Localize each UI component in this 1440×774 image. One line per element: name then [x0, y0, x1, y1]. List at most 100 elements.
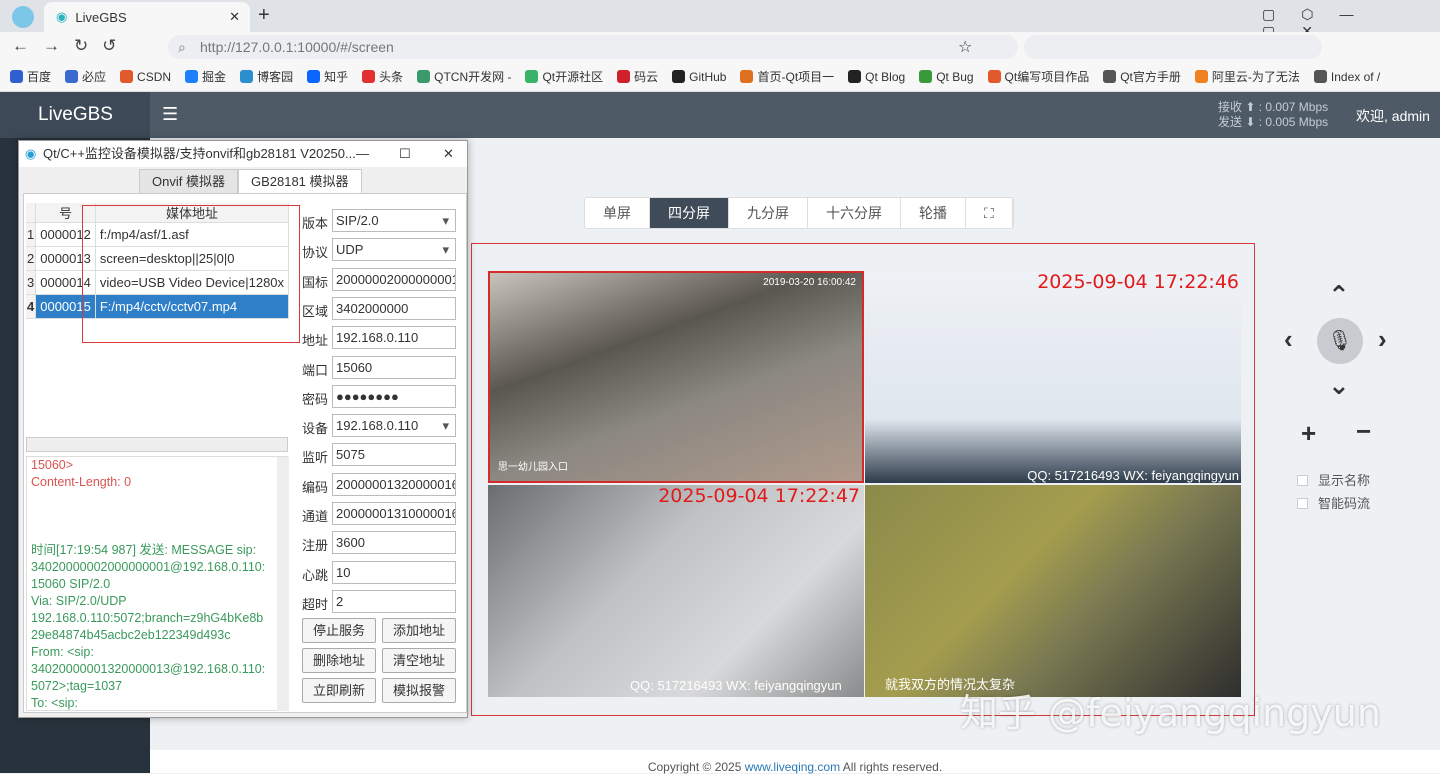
field-label: 通道: [302, 509, 329, 524]
close-tab-icon[interactable]: ✕: [229, 9, 240, 25]
horizontal-scrollbar[interactable]: [26, 437, 288, 452]
layout-tab[interactable]: 十六分屏: [808, 198, 901, 228]
field-label: 监听: [302, 450, 329, 466]
footer-link[interactable]: www.liveqing.com: [745, 760, 840, 774]
field-label: 地址: [302, 333, 329, 349]
bookmarks-bar: 百度 必应 CSDN 掘金 博客园 知乎 头条 QTCN开发网 - Qt开源社区 码云 GitHub…: [0, 62, 1440, 92]
bookmark-icon: [987, 70, 1001, 83]
footer: Copyright © 2025 www.liveqing.com All ri…: [150, 750, 1440, 774]
ptz-down-icon[interactable]: ⌄: [1328, 370, 1350, 401]
action-button[interactable]: 添加地址: [382, 618, 456, 643]
field-label: 区域: [302, 303, 329, 319]
bookmark-item[interactable]: QTCN开发网 -: [417, 68, 511, 85]
log-scrollbar[interactable]: [277, 457, 289, 711]
browser-profile-icon[interactable]: [12, 6, 34, 28]
bookmark-item[interactable]: 码云: [617, 68, 658, 85]
action-button[interactable]: 清空地址: [382, 648, 456, 673]
menu-icon[interactable]: ☰: [162, 104, 178, 125]
fullscreen-icon[interactable]: ⛶: [966, 198, 1013, 228]
new-tab-icon[interactable]: +: [258, 4, 270, 27]
minimize-icon[interactable]: —: [356, 141, 369, 167]
field-input[interactable]: 3402000000: [332, 296, 456, 320]
log-line: Content-Length: 0: [31, 475, 132, 489]
bookmark-item[interactable]: Qt Blog: [848, 69, 905, 84]
bookmark-icon: [525, 70, 539, 83]
field-input[interactable]: ●●●●●●●●: [332, 384, 456, 408]
bookmark-icon: [919, 69, 933, 83]
layout-tab[interactable]: 单屏: [585, 198, 650, 228]
show-name-checkbox[interactable]: 显示名称: [1297, 470, 1370, 489]
field-input[interactable]: 20000002000000001: [332, 267, 456, 291]
tab-gb28181[interactable]: GB28181 模拟器: [237, 169, 362, 193]
field-input[interactable]: 10: [332, 560, 456, 584]
video-tile-3[interactable]: 2025-09-04 17:22:47: [488, 485, 864, 697]
field-input[interactable]: 5075: [332, 443, 456, 467]
bookmark-item[interactable]: 掘金: [185, 68, 226, 85]
bookmark-item[interactable]: 首页-Qt项目一: [740, 68, 834, 85]
bookmark-item[interactable]: Qt开源社区: [525, 68, 603, 85]
field-label: 设备: [302, 421, 329, 437]
bookmark-item[interactable]: 百度: [10, 68, 51, 85]
field-input[interactable]: 15060: [332, 355, 456, 379]
field-label: 国标: [302, 274, 329, 290]
nav-buttons-icon[interactable]: ←→↻↺: [12, 36, 131, 56]
action-button[interactable]: 停止服务: [302, 618, 376, 643]
url-text: http://127.0.0.1:10000/#/screen: [200, 39, 394, 55]
video-tile-2[interactable]: 2025-09-04 17:22:46 QQ: 517216493 WX: fe…: [865, 271, 1241, 483]
layout-tab[interactable]: 四分屏: [650, 198, 729, 228]
field-input[interactable]: 3600: [332, 531, 456, 555]
field-label: 注册: [302, 538, 329, 554]
field-input[interactable]: 2: [332, 589, 456, 613]
star-icon[interactable]: ☆: [958, 37, 972, 57]
tile-qq: QQ: 517216493 WX: feiyangqingyun: [630, 678, 842, 693]
bookmark-icon: [740, 70, 754, 83]
field-input[interactable]: 192.168.0.110 ▾: [332, 414, 456, 438]
field-input[interactable]: 20000001310000016: [332, 502, 456, 525]
qt-simulator-window: ◉ Qt/C++监控设备模拟器/支持onvif和gb28181 V20250...…: [18, 140, 468, 718]
tab-onvif[interactable]: Onvif 模拟器: [139, 169, 238, 193]
bookmark-item[interactable]: Index of /: [1313, 69, 1380, 84]
bookmark-icon: [240, 70, 254, 83]
browser-tab[interactable]: ◉ LiveGBS ✕: [44, 2, 250, 32]
video-tile-1[interactable]: 2019-03-20 16:00:42 思一幼儿园入口: [488, 271, 864, 483]
bookmark-item[interactable]: 必应: [65, 68, 106, 85]
action-button[interactable]: 立即刷新: [302, 678, 376, 703]
bitrate-display: 接收 ⬆ : 0.007 Mbps 发送 ⬇ : 0.005 Mbps: [1218, 100, 1329, 129]
action-button[interactable]: 删除地址: [302, 648, 376, 673]
bookmark-item[interactable]: 阿里云-为了无法: [1194, 68, 1300, 85]
bookmark-icon: [1194, 70, 1208, 83]
field-input[interactable]: UDP ▾: [332, 238, 456, 262]
bookmark-item[interactable]: Qt官方手册: [1103, 68, 1181, 85]
bookmark-item[interactable]: 知乎: [307, 68, 348, 85]
layout-tab[interactable]: 轮播: [901, 198, 966, 228]
bookmark-item[interactable]: 头条: [362, 68, 403, 85]
maximize-icon[interactable]: ☐: [399, 141, 411, 167]
field-input[interactable]: 20000001320000016: [332, 472, 456, 496]
bookmark-item[interactable]: 博客园: [240, 68, 293, 85]
bookmark-item[interactable]: CSDN: [120, 69, 171, 84]
smart-stream-checkbox[interactable]: 智能码流: [1297, 493, 1370, 512]
field-input[interactable]: SIP/2.0 ▾: [332, 209, 456, 232]
zoom-out-icon[interactable]: −: [1356, 416, 1371, 447]
field-input[interactable]: 192.168.0.110: [332, 326, 456, 350]
video-tile-4[interactable]: 就我双方的情况太复杂: [865, 485, 1241, 697]
ptz-right-icon[interactable]: ›: [1378, 324, 1387, 355]
bookmark-item[interactable]: Qt编写项目作品: [987, 68, 1089, 85]
url-bar[interactable]: ⌕ http://127.0.0.1:10000/#/screen: [168, 35, 1018, 59]
close-icon[interactable]: ✕: [443, 141, 454, 167]
ptz-left-icon[interactable]: ‹: [1284, 324, 1293, 355]
bookmark-item[interactable]: Qt Bug: [919, 69, 974, 84]
bookmark-icon: [417, 70, 431, 83]
action-button[interactable]: 模拟报警: [382, 678, 456, 703]
logo[interactable]: LiveGBS: [0, 92, 150, 138]
layout-tab[interactable]: 九分屏: [729, 198, 808, 228]
ptz-up-icon[interactable]: ⌃: [1328, 280, 1350, 311]
browser-search[interactable]: [1024, 35, 1322, 59]
microphone-icon[interactable]: 🎙: [1317, 318, 1363, 364]
log-line: 34020000002000000001@192.168.0.110:: [31, 560, 266, 574]
field-label: 编码: [302, 479, 329, 495]
bookmark-item[interactable]: GitHub: [672, 69, 726, 84]
user-welcome[interactable]: 欢迎, admin: [1356, 106, 1430, 126]
log-line: 192.168.0.110:5072;branch=z9hG4bKe8b: [31, 611, 264, 625]
zoom-in-icon[interactable]: +: [1301, 418, 1316, 449]
